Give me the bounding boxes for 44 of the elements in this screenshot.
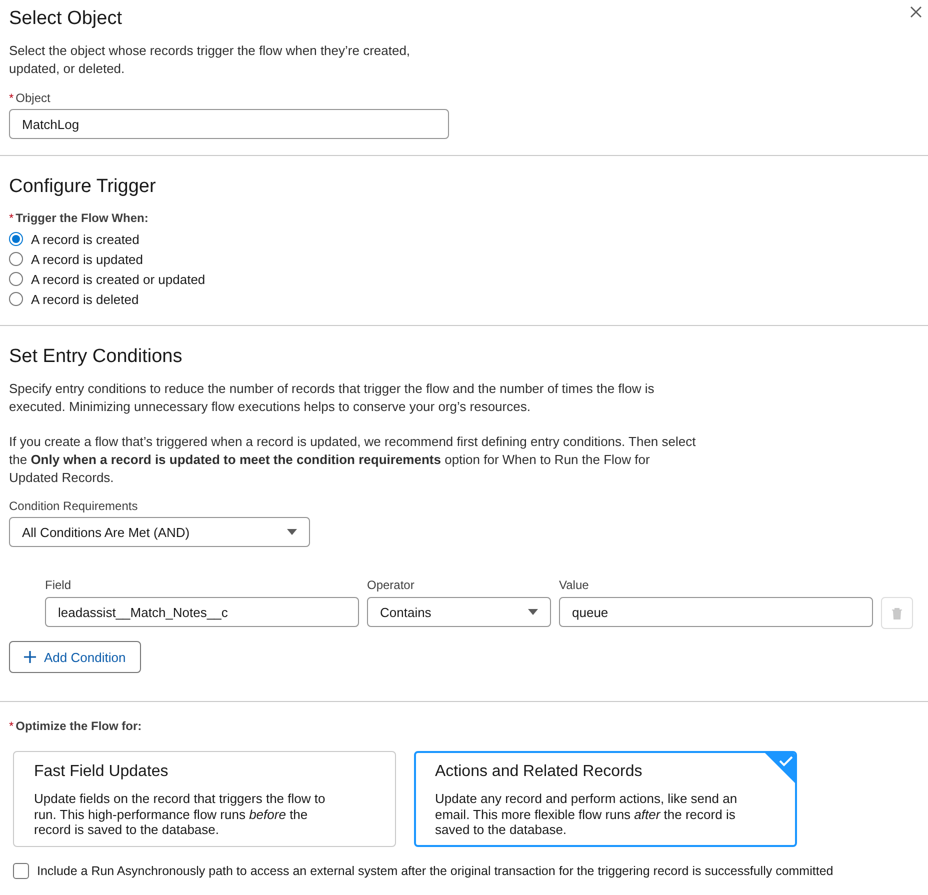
object-field[interactable]: MatchLog [9,109,449,139]
add-condition-button[interactable]: Add Condition [9,641,141,673]
paragraph: If you create a flow that’s triggered when a record is updated, we recommend first defining entry conditions. Then select the Only when a record is updated to meet the condition requirements option for When to Run the Flow for Updated Records. [9,433,697,487]
section-title: Select Object [9,7,122,31]
radio-button[interactable] [9,272,23,286]
requirements-dropdown[interactable]: All Conditions Are Met (AND) [9,517,310,547]
radio-button[interactable] [9,232,23,246]
field-label: Optimize the Flow for: [16,718,142,734]
close-icon[interactable] [910,6,922,18]
checkbox-label[interactable]: Include a Run Asynchronously path to access an external system after the original transaction for the triggering record is successfully committed [37,864,834,878]
caret-icon [528,609,538,615]
field-label: Condition Requirements [9,498,138,514]
card-description: Update any record and perform actions, like send an email. This more flexible flow runs after the record is saved to the database. [435,791,738,838]
required-mark: * [9,210,14,226]
plus-icon [24,651,36,663]
field-input[interactable]: leadassist__Match_Notes__c [45,597,359,627]
trash-icon [891,606,903,620]
check-icon [765,753,795,783]
section-description: Select the object whose records trigger the flow when they’re created, updated, or deleted. [9,42,412,78]
card-title: Fast Field Updates [34,762,170,782]
field-label: Object [16,90,50,106]
card-description: Update fields on the record that triggers the flow to run. This high-performance flow runs before the record is saved to the database. [34,791,326,838]
radio-label[interactable]: A record is updated [31,252,144,266]
field-label: Trigger the Flow When: [16,210,148,226]
operator-dropdown[interactable]: Contains [367,597,551,627]
radio-button[interactable] [9,292,23,306]
section-title: Set Entry Conditions [9,345,182,369]
option-card[interactable]: Fast Field Updates Update fields on the record that triggers the flow to run. This high-performance flow runs before the record is saved to the database. [13,751,396,846]
column-label: Value [559,577,590,593]
column-label: Field [45,577,72,593]
radio-label[interactable]: A record is created [31,232,140,246]
section-title: Configure Trigger [9,175,156,199]
checkbox[interactable] [13,862,29,878]
radio-label[interactable]: A record is deleted [31,292,139,306]
radio-button[interactable] [9,252,23,266]
caret-icon [287,529,297,535]
column-label: Operator [367,577,416,593]
required-mark: * [9,718,14,734]
option-card[interactable]: Actions and Related Records Update any record and perform actions, like send an email. This more flexible flow runs after the record is saved to the database. [414,751,797,846]
paragraph: Specify entry conditions to reduce the number of records that trigger the flow and the number of times the flow is executed. Minimizing unnecessary flow executions helps to conserve your org’s resources. [9,380,656,416]
radio-label[interactable]: A record is created or updated [31,272,206,286]
required-mark: * [9,90,14,106]
value-input[interactable]: queue [559,597,873,627]
card-title: Actions and Related Records [435,762,644,782]
